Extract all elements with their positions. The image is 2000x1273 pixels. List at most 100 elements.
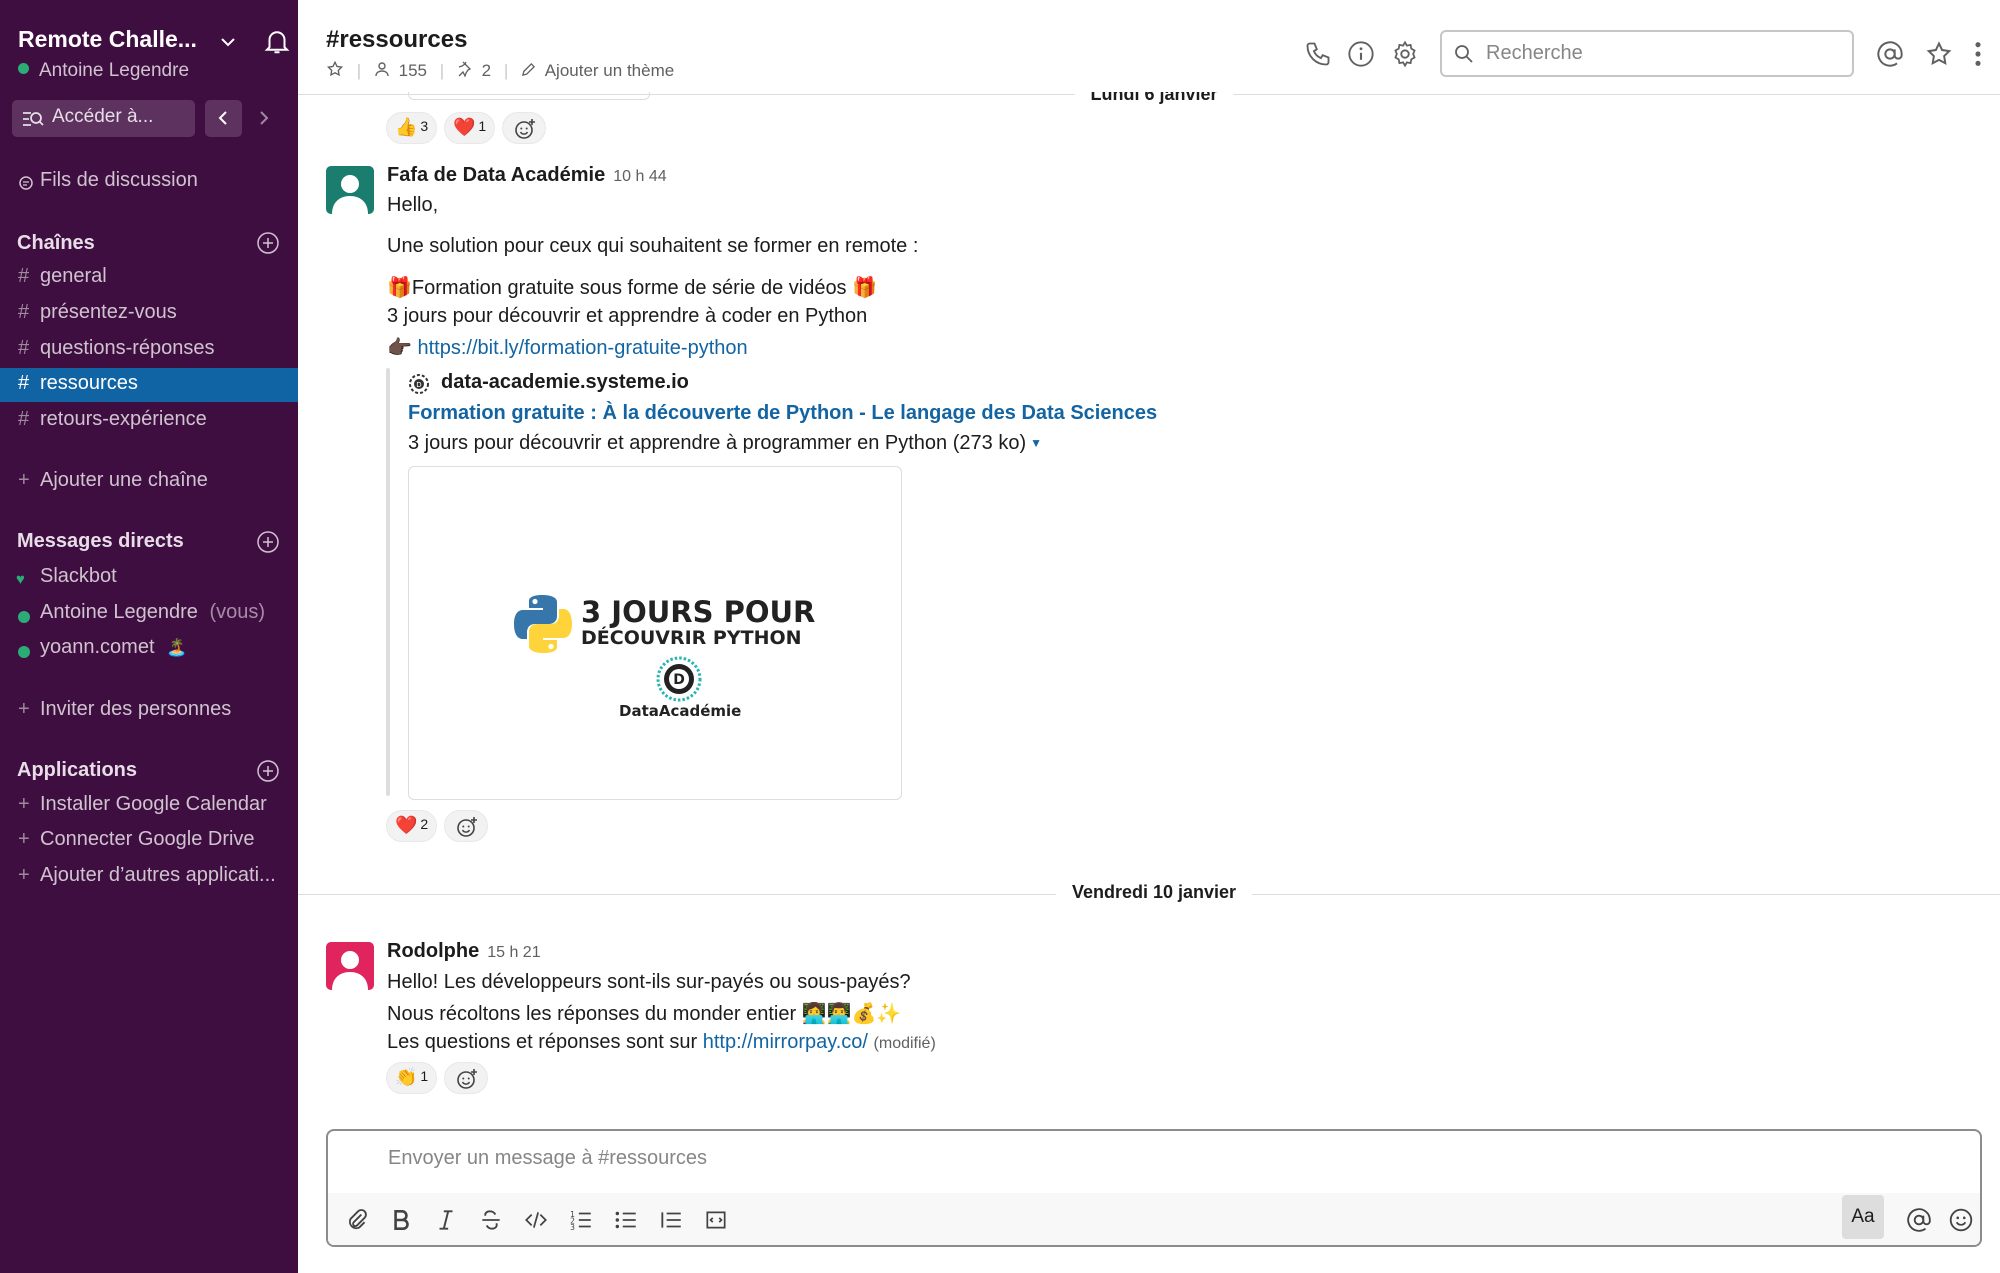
message-text: 🎁Formation gratuite sous forme de série …: [387, 277, 878, 299]
info-icon[interactable]: [1347, 40, 1375, 68]
hash-icon: #: [18, 337, 30, 359]
apps-section-title[interactable]: Applications: [17, 759, 137, 782]
message-text: Les questions et réponses sont sur: [387, 1031, 698, 1053]
formatting-toggle-button[interactable]: Aa: [1842, 1195, 1884, 1239]
collapse-caret-icon[interactable]: ▼: [1030, 436, 1042, 450]
plus-icon: +: [18, 864, 30, 886]
message-text: 3 jours pour découvrir et apprendre à co…: [387, 305, 868, 327]
sidebar-item-slackbot[interactable]: ♥ Slackbot: [0, 561, 298, 595]
add-dm-plus-icon[interactable]: [256, 530, 280, 554]
channel-title[interactable]: #ressources: [326, 26, 467, 54]
member-count[interactable]: 155: [399, 61, 427, 81]
add-emoji-icon: [457, 817, 477, 837]
history-back-button[interactable]: [205, 100, 242, 137]
hash-icon: #: [18, 301, 30, 323]
sidebar-item-threads[interactable]: Fils de discussion: [0, 165, 298, 199]
threads-label: Fils de discussion: [40, 169, 198, 191]
add-channel-button[interactable]: + Ajouter une chaîne: [0, 465, 298, 499]
phone-icon[interactable]: [1304, 40, 1332, 68]
add-emoji-icon: [457, 1069, 477, 1089]
message-timestamp[interactable]: 10 h 44: [613, 168, 666, 185]
ordered-list-icon[interactable]: 123: [568, 1207, 594, 1233]
pin-count[interactable]: 2: [482, 61, 491, 81]
add-reaction-button[interactable]: [502, 112, 546, 144]
plus-icon: +: [18, 828, 30, 850]
more-vertical-icon[interactable]: [1970, 40, 1986, 68]
code-icon[interactable]: [523, 1207, 549, 1233]
history-forward-button[interactable]: [244, 100, 281, 137]
add-app-plus-icon[interactable]: [256, 759, 280, 783]
add-channel-plus-icon[interactable]: [256, 231, 280, 255]
direct-messages-section-title[interactable]: Messages directs: [17, 530, 184, 553]
attachment-description: 3 jours pour découvrir et apprendre à pr…: [408, 432, 1042, 455]
starred-items-icon[interactable]: [1925, 40, 1953, 68]
message-text: Nous récoltons les réponses du monder en…: [387, 1003, 797, 1025]
pin-icon: [458, 61, 471, 78]
workspace-name[interactable]: Remote Challe...: [18, 26, 197, 53]
attachment-description-text: 3 jours pour découvrir et apprendre à pr…: [408, 432, 1027, 454]
search-input[interactable]: Recherche: [1440, 30, 1854, 77]
avatar[interactable]: [326, 166, 374, 214]
blockquote-icon[interactable]: [658, 1207, 684, 1233]
channel-label: retours-expérience: [40, 408, 207, 430]
plus-icon: +: [18, 698, 30, 720]
code-block-icon[interactable]: [703, 1207, 729, 1233]
workspace-header[interactable]: Remote Challe... Antoine Legendre: [18, 24, 290, 84]
reaction-thumbs-up[interactable]: 👍 3: [386, 112, 438, 144]
italic-icon[interactable]: [433, 1207, 459, 1233]
bold-icon[interactable]: [388, 1207, 414, 1233]
avatar[interactable]: [326, 942, 374, 990]
star-icon[interactable]: [326, 60, 344, 78]
message-text-line: Les questions et réponses sont sur http:…: [387, 1031, 936, 1054]
attachment-image[interactable]: 3 JOURS POUR DÉCOUVRIR PYTHON D DataAcad…: [408, 466, 902, 800]
author-name[interactable]: Rodolphe: [387, 940, 479, 962]
reaction-count: 1: [420, 1068, 429, 1084]
author-name[interactable]: Fafa de Data Académie: [387, 164, 605, 186]
message-link-line: 👉🏿 https://bit.ly/formation-gratuite-pyt…: [387, 335, 748, 360]
composer-placeholder[interactable]: Envoyer un message à #ressources: [388, 1147, 707, 1170]
paperclip-icon[interactable]: [344, 1207, 370, 1233]
message-author[interactable]: Rodolphe 15 h 21: [387, 940, 541, 963]
gear-icon[interactable]: [1391, 40, 1419, 68]
sidebar-item-yoann-comet[interactable]: yoann.comet 🏝️: [0, 632, 298, 666]
python-logo-icon: [514, 595, 572, 653]
sidebar-item-google-calendar[interactable]: + Installer Google Calendar: [0, 789, 298, 823]
message-author[interactable]: Fafa de Data Académie 10 h 44: [387, 164, 667, 187]
channels-section-title[interactable]: Chaînes: [17, 232, 95, 255]
invite-people-button[interactable]: + Inviter des personnes: [0, 694, 298, 728]
strikethrough-icon[interactable]: [478, 1207, 504, 1233]
add-reaction-button[interactable]: [444, 1062, 488, 1094]
mention-icon[interactable]: [1906, 1207, 1932, 1233]
day-divider-label[interactable]: Vendredi 10 janvier: [1055, 882, 1253, 903]
sidebar-item-general[interactable]: # general: [0, 261, 298, 295]
bell-icon[interactable]: [262, 26, 292, 56]
status-emoji-icon: 🏝️: [166, 638, 188, 657]
add-topic-link[interactable]: Ajouter un thème: [545, 61, 674, 81]
sidebar-item-ressources[interactable]: # ressources: [0, 368, 298, 402]
default-avatar-icon: [332, 951, 368, 990]
reaction-heart[interactable]: ❤️ 1: [444, 112, 496, 144]
reaction-clap[interactable]: 👏 1: [386, 1062, 438, 1094]
sidebar-item-google-drive[interactable]: + Connecter Google Drive: [0, 824, 298, 858]
message-composer[interactable]: Envoyer un message à #ressources 123 Aa: [326, 1129, 1982, 1247]
message-link[interactable]: https://bit.ly/formation-gratuite-python: [417, 337, 747, 359]
sidebar-item-questions-reponses[interactable]: # questions-réponses: [0, 333, 298, 367]
mentions-icon[interactable]: [1876, 40, 1904, 68]
chevron-down-icon[interactable]: [216, 30, 240, 54]
sidebar-item-retours-experience[interactable]: # retours-expérience: [0, 404, 298, 438]
message-link[interactable]: http://mirrorpay.co/: [703, 1031, 868, 1053]
message-list[interactable]: 👍 3 ❤️ 1 Lundi 6 janvier Fafa de Data Acad…: [298, 92, 2000, 1122]
bulleted-list-icon[interactable]: [613, 1207, 639, 1233]
jump-to-button[interactable]: Accéder à...: [12, 100, 195, 137]
attachment-title[interactable]: Formation gratuite : À la découverte de …: [408, 402, 1157, 425]
sidebar-item-more-apps[interactable]: + Ajouter d’autres applicati...: [0, 860, 298, 894]
emoji-icon[interactable]: [1948, 1207, 1974, 1233]
message-timestamp[interactable]: 15 h 21: [487, 944, 540, 961]
sidebar-item-antoine-legendre[interactable]: Antoine Legendre (vous): [0, 597, 298, 631]
sidebar-item-presentez-vous[interactable]: # présentez-vous: [0, 297, 298, 331]
day-divider-label[interactable]: Lundi 6 janvier: [1074, 92, 1234, 105]
hash-icon: #: [18, 408, 30, 430]
add-reaction-button[interactable]: [444, 810, 488, 842]
svg-text:3: 3: [570, 1223, 575, 1232]
reaction-heart[interactable]: ❤️ 2: [386, 810, 438, 842]
